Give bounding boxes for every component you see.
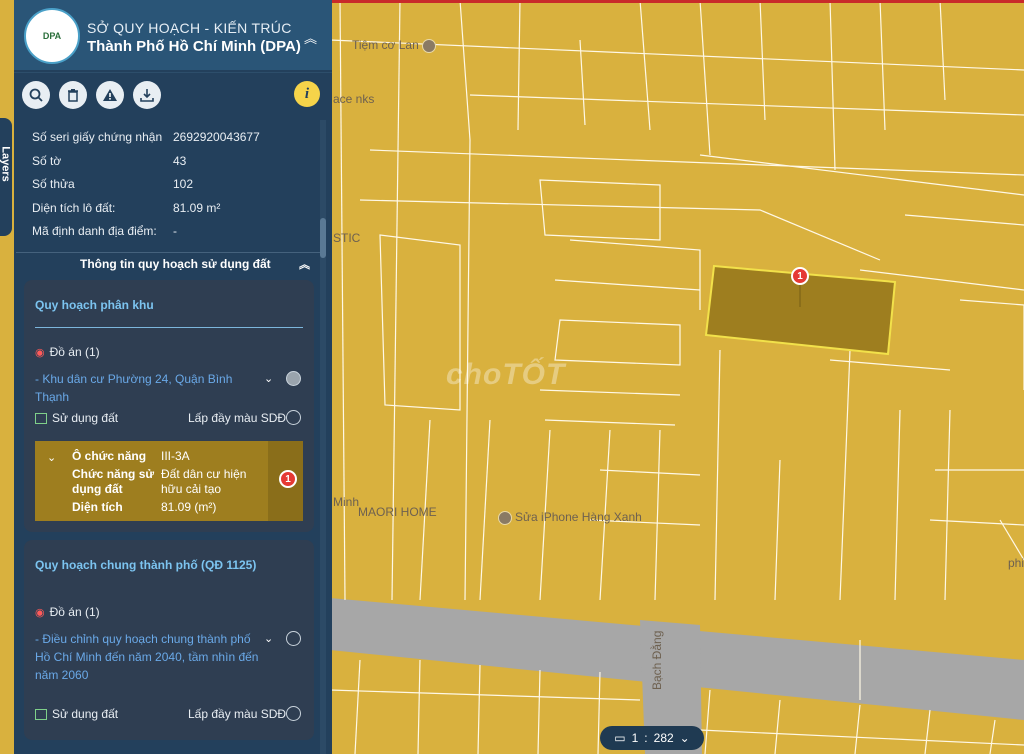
- detail-label: Ô chức năng: [72, 449, 147, 463]
- land-use-section-header[interactable]: Thông tin quy hoạch sử dụng đất ︽: [16, 252, 320, 275]
- agency-name: SỞ QUY HOẠCH - KIẾN TRÚC: [87, 20, 292, 36]
- fill-color-radio[interactable]: [286, 410, 301, 425]
- fill-color-label: Lấp đầy màu SDĐ: [188, 707, 287, 721]
- zone-plan-card: Quy hoạch phân khu ◉ Đồ án (1) - Khu dân …: [24, 280, 314, 532]
- city-plan-card: Quy hoạch chung thành phố (QĐ 1125) ◉ Đồ …: [24, 540, 314, 740]
- map-street-label: Minh: [333, 495, 360, 509]
- road-label: Bạch Đằng: [650, 630, 664, 690]
- parcel-number-badge[interactable]: 1: [279, 470, 297, 488]
- top-border-line: [330, 0, 1024, 3]
- chevron-down-icon[interactable]: ⌄: [264, 632, 273, 645]
- property-value: -: [173, 224, 177, 238]
- property-label: Số thửa: [32, 177, 75, 191]
- project-link[interactable]: - Khu dân cư Phường 24, Quận Bình Thạnh: [35, 370, 265, 406]
- city-name: Thành Phố Hồ Chí Minh (DPA): [87, 38, 301, 55]
- detail-label: Diện tích: [72, 500, 123, 514]
- trash-icon[interactable]: [59, 81, 87, 109]
- land-use-detail[interactable]: ⌄ Ô chức năng III-3A Chức năng sử dụng đ…: [35, 441, 303, 521]
- projects-row: ◉ Đồ án (1): [35, 345, 100, 359]
- detail-value: III-3A: [161, 449, 190, 463]
- download-icon[interactable]: [133, 81, 161, 109]
- detail-value: Đất dân cư hiện hữu cải tạo: [161, 467, 247, 496]
- project-radio[interactable]: [286, 371, 301, 386]
- map-poi-label[interactable]: MAORI HOME: [358, 505, 437, 519]
- chevron-down-icon[interactable]: ⌄: [47, 451, 56, 464]
- detail-label: Chức năng sử dụng đất: [72, 467, 155, 496]
- section-title: Thông tin quy hoạch sử dụng đất: [80, 257, 271, 271]
- property-list: Số seri giấy chứng nhận 2692920043677 Số …: [14, 120, 320, 250]
- warning-icon[interactable]: [96, 81, 124, 109]
- location-pin-icon: ◉: [35, 607, 45, 619]
- land-use-row: Sử dụng đất: [35, 707, 118, 721]
- poi-icon: [422, 38, 437, 53]
- detail-value: 81.09 (m²): [161, 500, 217, 514]
- info-panel: DPA SỞ QUY HOẠCH - KIẾN TRÚC Thành Phố H…: [14, 0, 332, 754]
- poi-icon: [498, 510, 512, 525]
- property-value: 102: [173, 177, 194, 191]
- chevron-down-icon[interactable]: ⌄: [264, 372, 273, 385]
- fill-color-label: Lấp đầy màu SDĐ: [188, 411, 287, 425]
- selected-parcel-marker[interactable]: 1: [791, 267, 809, 285]
- collapse-panel-icon[interactable]: ︽: [304, 28, 317, 47]
- land-use-row: Sử dụng đất: [35, 411, 118, 425]
- layers-tab[interactable]: Layers: [0, 118, 12, 236]
- scale-value: 282: [653, 731, 674, 745]
- map-poi-label[interactable]: Tiệm cơ Lan: [352, 38, 439, 53]
- project-link[interactable]: - Điều chỉnh quy hoạch chung thành phố H…: [35, 630, 260, 684]
- fill-color-radio[interactable]: [286, 706, 301, 721]
- agency-logo: DPA: [24, 8, 80, 64]
- projects-row: ◉ Đồ án (1): [35, 605, 100, 619]
- card-title: Quy hoạch chung thành phố (QĐ 1125): [35, 558, 257, 572]
- ruler-icon: ▭: [614, 731, 626, 745]
- map-icon: [35, 413, 47, 425]
- property-label: Diện tích lô đất:: [32, 201, 116, 215]
- location-pin-icon: ◉: [35, 347, 45, 359]
- land-use-label: Sử dụng đất: [52, 707, 119, 721]
- property-label: Số tờ: [32, 154, 62, 168]
- projects-label: Đồ án (1): [49, 345, 100, 359]
- scrollbar-thumb[interactable]: [320, 218, 326, 258]
- property-label: Số seri giấy chứng nhận: [32, 130, 163, 144]
- info-icon[interactable]: i: [294, 81, 320, 107]
- property-value: 43: [173, 154, 187, 168]
- map-poi-label[interactable]: ace nks: [333, 92, 374, 106]
- toolbar: i: [14, 72, 332, 119]
- collapse-section-icon[interactable]: ︽: [299, 256, 310, 272]
- search-icon[interactable]: [22, 81, 50, 109]
- watermark-logo: choTỐT: [446, 358, 566, 391]
- layers-tab-label: Layers: [0, 146, 12, 182]
- map-poi-label[interactable]: STIC: [333, 231, 360, 245]
- divider: [35, 327, 303, 328]
- map-street-label: phi: [1008, 556, 1024, 570]
- chevron-down-icon: ⌄: [679, 731, 690, 745]
- project-radio[interactable]: [286, 631, 301, 646]
- marker-stem: [799, 285, 801, 307]
- panel-header: DPA SỞ QUY HOẠCH - KIẾN TRÚC Thành Phố H…: [14, 0, 332, 70]
- map-icon: [35, 709, 47, 721]
- panel-scrollbar[interactable]: [320, 120, 326, 754]
- property-label: Mã định danh địa điểm:: [32, 224, 157, 238]
- scale-selector[interactable]: ▭ 1 : 282 ⌄: [600, 726, 704, 750]
- map-poi-label[interactable]: Sửa iPhone Hàng Xanh: [498, 510, 642, 525]
- projects-label: Đồ án (1): [49, 605, 100, 619]
- property-value: 2692920043677: [173, 130, 260, 144]
- scale-separator: :: [644, 731, 648, 745]
- property-value: 81.09 m²: [173, 201, 221, 215]
- card-title: Quy hoạch phân khu: [35, 298, 154, 312]
- scale-prefix: 1: [631, 731, 639, 745]
- land-use-label: Sử dụng đất: [52, 411, 119, 425]
